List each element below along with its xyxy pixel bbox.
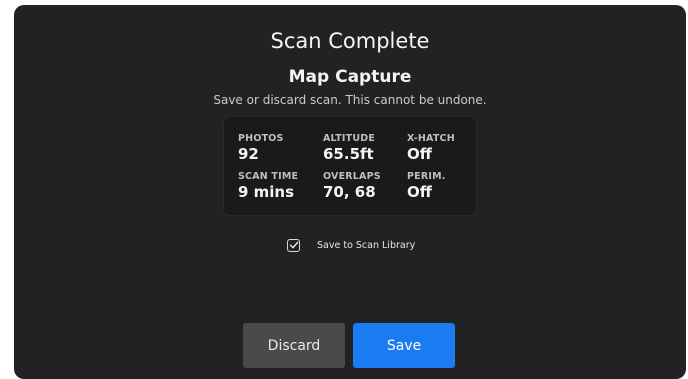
stat-label: PHOTOS (238, 133, 284, 144)
stat-altitude: ALTITUDE 65.5ft (323, 133, 403, 163)
scan-complete-dialog: Scan Complete Map Capture Save or discar… (14, 5, 686, 379)
save-button[interactable]: Save (353, 323, 455, 368)
stat-value: 70, 68 (323, 183, 376, 201)
stat-value: 9 mins (238, 183, 295, 201)
checkmark-icon (289, 241, 298, 249)
stat-label: X-HATCH (407, 133, 455, 144)
dialog-title: Scan Complete (270, 29, 430, 53)
save-to-library-checkbox[interactable] (287, 238, 300, 252)
stat-scan-time: SCAN TIME 9 mins (238, 171, 318, 201)
stat-label: ALTITUDE (323, 133, 376, 144)
dialog-description: Save or discard scan. This cannot be und… (213, 93, 487, 107)
scan-stats-card: PHOTOS 92 ALTITUDE 65.5ft X-HATCH Off SC… (223, 116, 477, 216)
stat-overlaps: OVERLAPS 70, 68 (323, 171, 403, 201)
stat-photos: PHOTOS 92 (238, 133, 318, 163)
save-to-library-label: Save to Scan Library (317, 239, 416, 251)
save-to-library-option[interactable]: Save to Scan Library (287, 236, 415, 254)
stat-x-hatch: X-HATCH Off (407, 133, 487, 163)
stat-value: 92 (238, 145, 259, 163)
discard-button[interactable]: Discard (243, 323, 345, 368)
stat-value: 65.5ft (323, 145, 374, 163)
stat-label: SCAN TIME (238, 171, 299, 182)
stat-value: Off (407, 183, 432, 201)
stat-label: OVERLAPS (323, 171, 381, 182)
stat-perimeter: PERIM. Off (407, 171, 487, 201)
scan-type-title: Map Capture (288, 67, 412, 87)
stat-value: Off (407, 145, 432, 163)
stat-label: PERIM. (407, 171, 446, 182)
